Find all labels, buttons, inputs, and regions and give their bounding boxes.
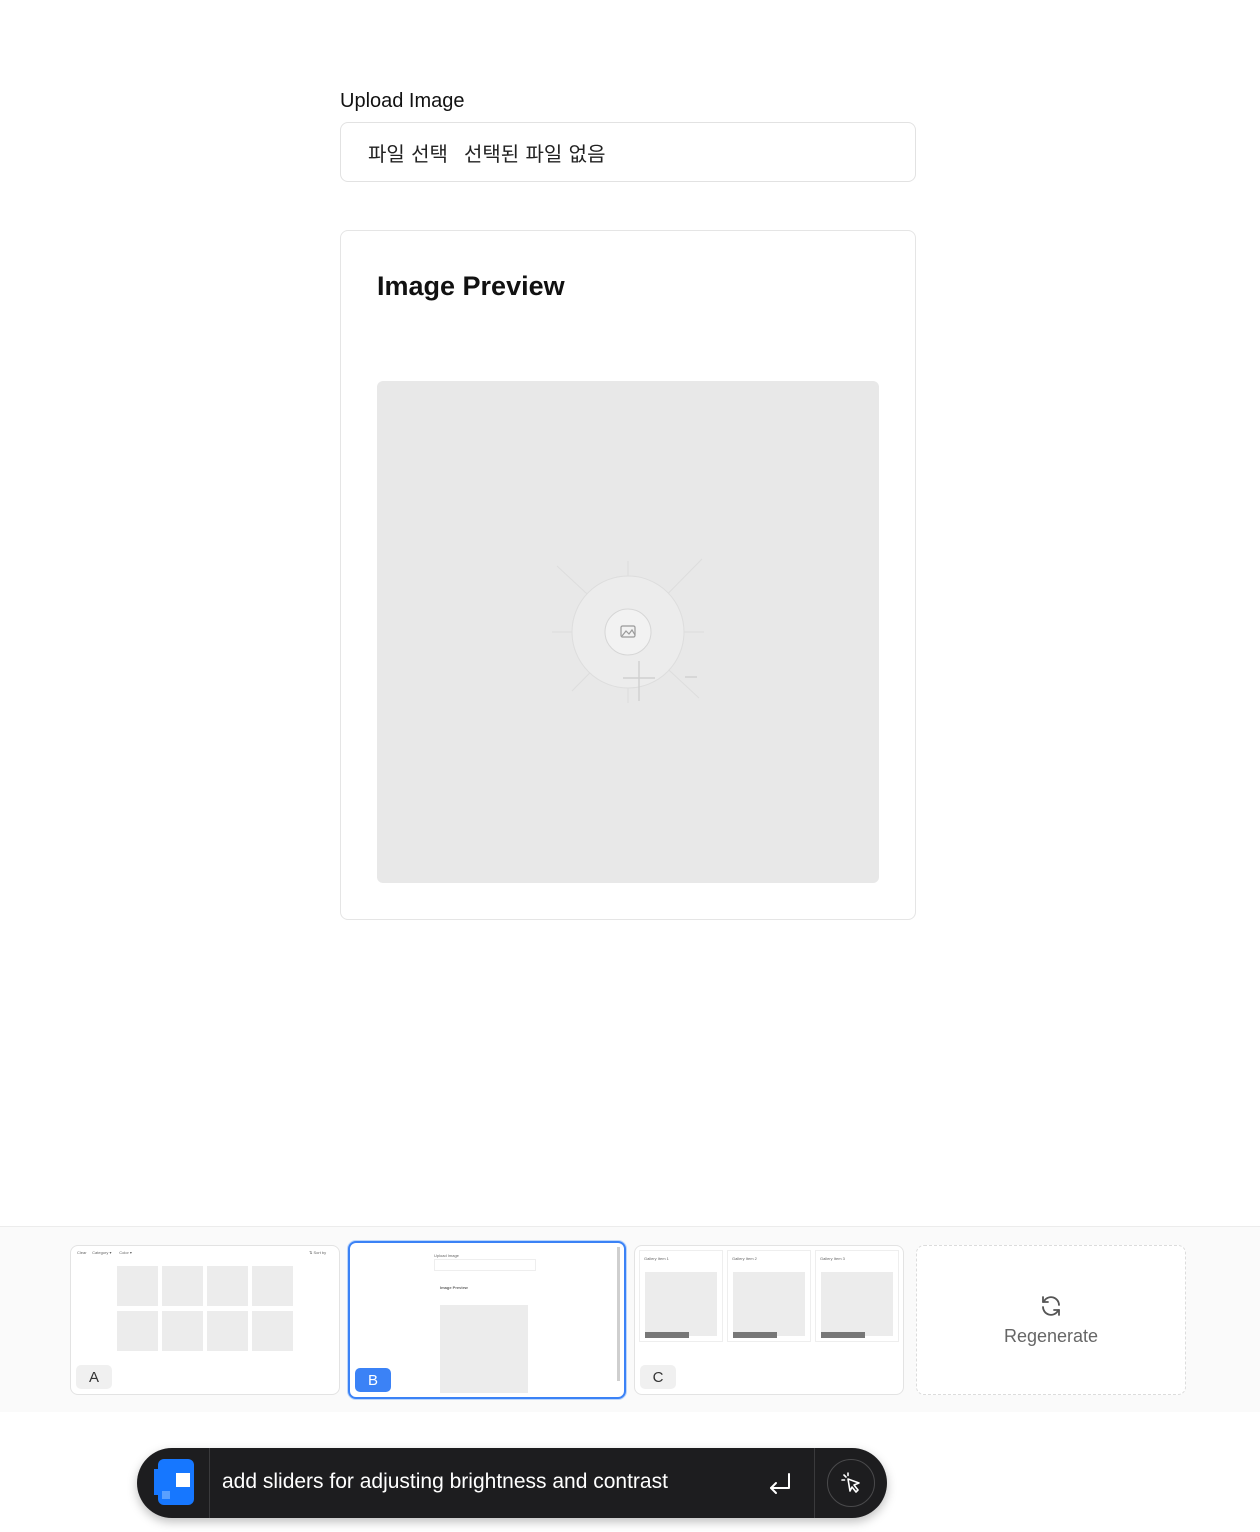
file-input[interactable]: 파일 선택 선택된 파일 없음 [340, 122, 916, 182]
regenerate-button[interactable]: Regenerate [916, 1245, 1186, 1395]
mini-grid-item [117, 1311, 158, 1351]
divider [814, 1448, 815, 1518]
mini-gallery-caption [733, 1332, 777, 1338]
mini-gallery-title: Gallery Item 2 [732, 1256, 757, 1261]
image-preview-title: Image Preview [377, 271, 565, 301]
pointer-select-icon [841, 1472, 860, 1493]
app-logo-icon [154, 1459, 194, 1505]
mini-grid-item [252, 1266, 293, 1306]
pointer-select-button[interactable] [827, 1459, 875, 1507]
mini-grid-item [162, 1266, 203, 1306]
regenerate-label: Regenerate [1003, 1325, 1099, 1346]
variant-badge: C [640, 1365, 676, 1389]
variant-thumbnail-b[interactable]: Upload Image Image Preview B [348, 1241, 626, 1399]
file-status-text: 선택된 파일 없음 [463, 141, 606, 166]
mini-grid-item [252, 1311, 293, 1351]
mini-grid-item [207, 1311, 248, 1351]
mini-gallery-image [645, 1272, 717, 1336]
mini-sort: ⇅ Sort by [309, 1250, 327, 1255]
mini-file-box [434, 1259, 536, 1271]
image-placeholder-graphic [552, 558, 704, 703]
variant-badge: B [355, 1368, 391, 1392]
mini-gallery-caption [645, 1332, 689, 1338]
upload-image-label: Upload Image [340, 90, 465, 112]
divider [209, 1448, 210, 1518]
variant-thumbnail-c[interactable]: Gallery Item 1 Gallery Item 2 Gallery It… [634, 1245, 904, 1395]
mini-preview-area [440, 1305, 528, 1393]
choose-file-button[interactable]: 파일 선택 [368, 138, 448, 167]
variant-badge: A [76, 1365, 112, 1389]
mini-gallery-caption [821, 1332, 865, 1338]
prompt-bar: add sliders for adjusting brightness and… [137, 1448, 887, 1518]
refresh-icon [1042, 1295, 1060, 1316]
image-preview-area [377, 381, 879, 883]
prompt-input[interactable]: add sliders for adjusting brightness and… [222, 1470, 668, 1494]
mini-upload-label: Upload Image [434, 1253, 459, 1258]
mini-grid-item [117, 1266, 158, 1306]
mini-grid-item [162, 1311, 203, 1351]
image-preview-card: Image Preview [340, 230, 916, 920]
variant-thumbnail-a[interactable]: Clear Category ▾ Color ▾ ⇅ Sort by A [70, 1245, 340, 1395]
mini-gallery-image [733, 1272, 805, 1336]
scrollbar[interactable] [617, 1247, 620, 1381]
mini-gallery-title: Gallery Item 3 [820, 1256, 845, 1261]
mini-grid-item [207, 1266, 248, 1306]
mini-preview-title: Image Preview [440, 1285, 468, 1290]
enter-icon[interactable] [765, 1468, 795, 1498]
mini-gallery-title: Gallery Item 1 [644, 1256, 669, 1261]
variants-strip: Clear Category ▾ Color ▾ ⇅ Sort by A Upl… [0, 1226, 1260, 1412]
mini-gallery-image [821, 1272, 893, 1336]
mini-filter-bar: Clear Category ▾ Color ▾ [77, 1250, 132, 1255]
